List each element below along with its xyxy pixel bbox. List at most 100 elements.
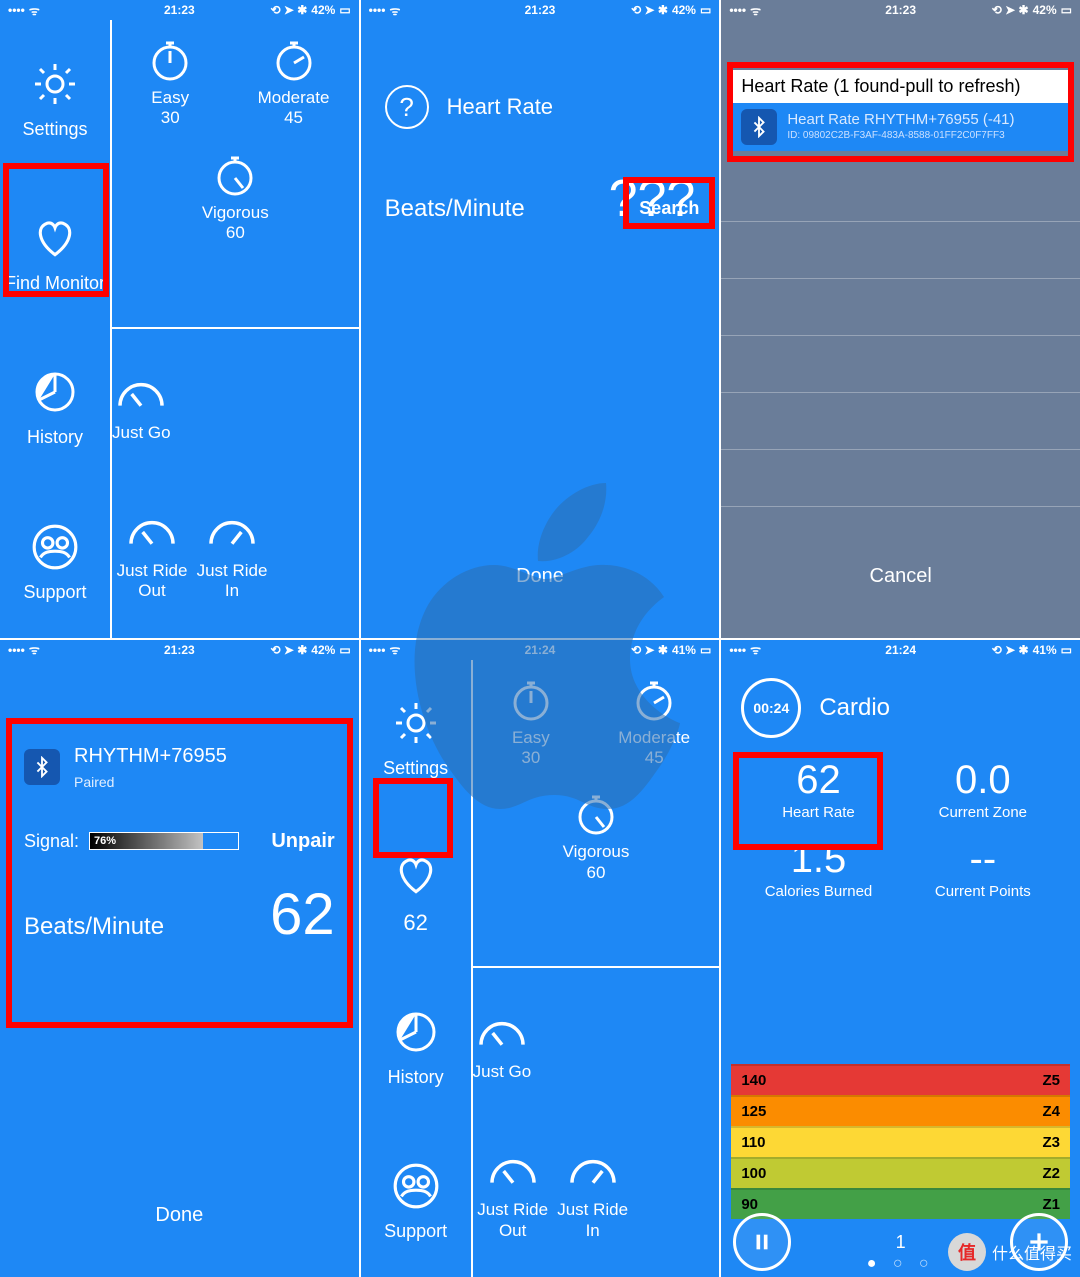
- status-bar: •••• ᯤ 21:23 ⟲ ➤ ✱ 42% ▭: [0, 0, 359, 20]
- panel-heart-rate-search: •••• ᯤ 21:23 ⟲ ➤ ✱ 42% ▭ ? Heart Rate Se…: [361, 0, 720, 638]
- unpair-button[interactable]: Unpair: [271, 830, 334, 853]
- device-id: ID: 09802C2B-F3AF-483A-8588-01FF2C0F7FF3: [787, 130, 1014, 143]
- tile-ride-in[interactable]: Just Ride In: [192, 503, 272, 602]
- label: Just Go: [112, 423, 171, 443]
- sidebar-history[interactable]: History: [0, 329, 110, 483]
- gauge-icon: [564, 1142, 622, 1200]
- sidebar: Settings 62 History Support: [361, 660, 473, 1277]
- label: History: [27, 427, 83, 448]
- tile-easy[interactable]: Easy 30: [141, 30, 199, 129]
- sidebar-settings[interactable]: Settings: [361, 660, 471, 814]
- tile-vigorous[interactable]: Vigorous 60: [202, 145, 269, 244]
- panel-home-1: •••• ᯤ 21:23 ⟲ ➤ ✱ 42% ▭ Settings Find M…: [0, 0, 359, 638]
- status-bar: •••• ᯤ 21:24 ⟲ ➤ ✱ 41% ▭: [361, 640, 720, 660]
- tile-just-go[interactable]: Just Go: [112, 365, 171, 443]
- sidebar-settings[interactable]: Settings: [0, 20, 110, 174]
- tile-moderate[interactable]: Moderate45: [618, 670, 690, 769]
- gauge-icon: [123, 503, 181, 561]
- tile-ride-out[interactable]: Just Ride Out: [112, 503, 192, 602]
- heart-icon: [387, 846, 445, 904]
- tile-just-go[interactable]: Just Go: [473, 1004, 532, 1082]
- support-icon: [387, 1157, 445, 1215]
- pie-icon: [387, 1003, 445, 1061]
- label: Just Ride In: [192, 561, 272, 602]
- list-header: Heart Rate (1 found-pull to refresh): [733, 70, 1068, 103]
- tile-ride-in[interactable]: Just Ride In: [553, 1142, 633, 1241]
- stopwatch-icon: [265, 30, 323, 88]
- cancel-button[interactable]: Cancel: [721, 565, 1080, 588]
- stat-heart-rate: 62 Heart Rate: [741, 760, 895, 821]
- sidebar-history[interactable]: History: [361, 968, 471, 1122]
- sidebar-support[interactable]: Support: [361, 1123, 471, 1277]
- stopwatch-icon: [502, 670, 560, 728]
- sidebar-find-monitor[interactable]: Find Monitor: [0, 174, 110, 328]
- bpm-label: Beats/Minute: [24, 913, 164, 941]
- status-bar: •••• ᯤ 21:24 ⟲ ➤ ✱ 41% ▭: [721, 640, 1080, 660]
- support-icon: [26, 518, 84, 576]
- stopwatch-icon: [625, 670, 683, 728]
- pie-icon: [26, 363, 84, 421]
- gear-icon: [26, 55, 84, 113]
- status-bar: •••• ᯤ 21:23 ⟲ ➤ ✱ 42% ▭: [361, 0, 720, 20]
- heart-rate-value: 62: [403, 910, 427, 936]
- gauge-icon: [112, 365, 170, 423]
- value: 30: [161, 108, 180, 128]
- panel-home-2: •••• ᯤ 21:24 ⟲ ➤ ✱ 41% ▭ Settings 62: [361, 640, 720, 1277]
- workout-title: Cardio: [819, 694, 890, 722]
- sidebar-heart-rate[interactable]: 62: [361, 814, 471, 968]
- done-button[interactable]: Done: [361, 565, 720, 588]
- help-icon[interactable]: ?: [385, 85, 429, 129]
- stat-current-zone: 0.0 Current Zone: [906, 760, 1060, 821]
- gauge-icon: [484, 1142, 542, 1200]
- panel-workout: •••• ᯤ 21:24 ⟲ ➤ ✱ 41% ▭ 00:24 Cardio 62…: [721, 640, 1080, 1277]
- value: 62: [741, 760, 895, 800]
- tile-ride-out[interactable]: Just Ride Out: [473, 1142, 553, 1241]
- workout-tiles: Easy30 Moderate45 Vigorous60: [473, 660, 720, 1277]
- heart-icon: [26, 209, 84, 267]
- zone-row: 140Z5: [731, 1064, 1070, 1095]
- label: Settings: [383, 758, 448, 779]
- device-name: Heart Rate RHYTHM+76955 (-41): [787, 111, 1014, 130]
- label: History: [388, 1067, 444, 1088]
- panel-device-list: •••• ᯤ 21:23 ⟲ ➤ ✱ 42% ▭ Heart Rate (1 f…: [721, 0, 1080, 638]
- done-button[interactable]: Done: [0, 1204, 359, 1227]
- label: Just Ride Out: [112, 561, 192, 602]
- page-dots: ● ○ ○: [721, 1255, 1080, 1273]
- signal-label: Signal:: [24, 831, 79, 852]
- bpm-label: Beats/Minute: [385, 195, 525, 223]
- panel-paired: •••• ᯤ 21:23 ⟲ ➤ ✱ 42% ▭ RHYTHM+76955 Pa…: [0, 640, 359, 1277]
- label: Moderate: [258, 88, 330, 108]
- gear-icon: [387, 694, 445, 752]
- zone-row: 100Z2: [731, 1157, 1070, 1188]
- value: 45: [284, 108, 303, 128]
- tile-easy[interactable]: Easy30: [502, 670, 560, 769]
- zone-row: 125Z4: [731, 1095, 1070, 1126]
- stat-points: -- Current Points: [906, 839, 1060, 900]
- search-button[interactable]: Search: [629, 188, 709, 228]
- label: Find Monitor: [5, 273, 105, 294]
- stat-calories: 1.5 Calories Burned: [741, 839, 895, 900]
- signal-percent: 76%: [94, 833, 116, 849]
- status-bar: •••• ᯤ 21:23 ⟲ ➤ ✱ 42% ▭: [721, 0, 1080, 20]
- timer-badge: 00:24: [741, 678, 801, 738]
- signal-bar: 76%: [89, 832, 239, 850]
- gauge-icon: [473, 1004, 531, 1062]
- bluetooth-icon: [741, 109, 777, 145]
- workout-tiles: Easy 30 Moderate 45: [112, 20, 359, 638]
- label: Support: [384, 1221, 447, 1242]
- device-row[interactable]: Heart Rate RHYTHM+76955 (-41) ID: 09802C…: [733, 103, 1068, 151]
- empty-rows: [721, 165, 1080, 558]
- tile-vigorous[interactable]: Vigorous60: [563, 784, 630, 883]
- label: Settings: [22, 119, 87, 140]
- label: Vigorous: [202, 203, 269, 223]
- tile-moderate[interactable]: Moderate 45: [258, 30, 330, 129]
- bpm-value: 62: [270, 881, 335, 948]
- stopwatch-icon: [206, 145, 264, 203]
- stopwatch-icon: [567, 784, 625, 842]
- device-name: RHYTHM+76955: [74, 745, 227, 768]
- bluetooth-icon: [24, 749, 60, 785]
- label: Heart Rate: [741, 804, 895, 821]
- sidebar-support[interactable]: Support: [0, 483, 110, 637]
- sidebar: Settings Find Monitor History Support: [0, 20, 112, 638]
- label: Easy: [151, 88, 189, 108]
